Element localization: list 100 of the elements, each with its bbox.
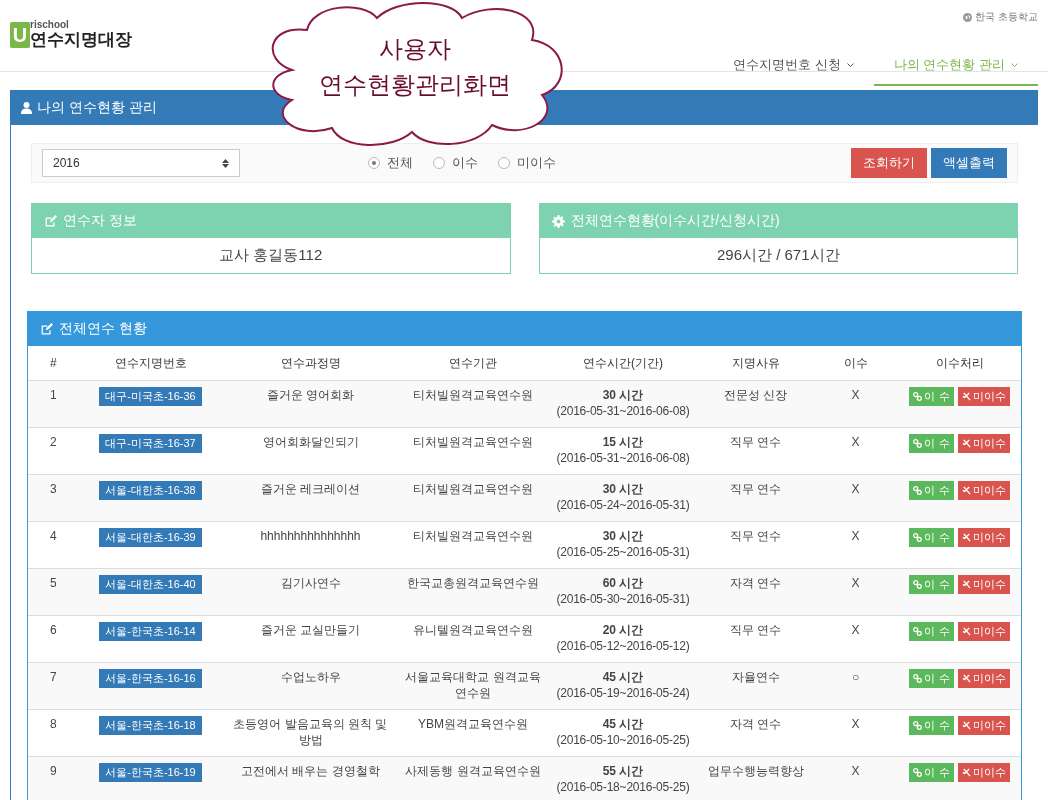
table-cell: 서울교육대학교 원격교육연수원	[398, 662, 548, 710]
table-cell: 4	[28, 521, 78, 569]
export-button[interactable]: 액셀출력	[931, 148, 1007, 178]
edit-icon	[44, 214, 57, 228]
school-link[interactable]: 한국 초등학교	[963, 10, 1038, 24]
incomplete-button[interactable]: 미이수	[957, 575, 1010, 594]
radio-dot[interactable]	[433, 157, 445, 169]
table-cell: 자율연수	[698, 662, 813, 710]
callout-text: 연수현황관리화면	[318, 70, 511, 100]
incomplete-button[interactable]: 미이수	[957, 669, 1010, 688]
code-label: 서울-대한초-16-40	[99, 575, 202, 594]
column-header: #	[28, 346, 78, 381]
hours-text: 60 시간	[601, 575, 645, 591]
cross-icon	[961, 580, 971, 589]
year-select[interactable]: 2016	[42, 149, 240, 177]
nav-tab[interactable]: 연수지명번호 신청	[713, 46, 874, 86]
hours-text: 45 시간	[601, 669, 645, 685]
cross-icon	[961, 439, 971, 448]
column-header: 이수	[813, 346, 898, 381]
table-cell: 직무 연수	[698, 521, 813, 569]
table-cell: 티처빌원격교육연수원	[398, 427, 548, 475]
table-cell: 자격 연수	[698, 568, 813, 616]
complete-button[interactable]: 이 수	[909, 669, 954, 688]
complete-button[interactable]: 이 수	[909, 481, 954, 500]
gear-icon	[551, 214, 565, 228]
cross-icon	[961, 486, 971, 495]
edit-icon	[40, 322, 53, 336]
table-cell: 한국교총원격교육연수원	[398, 568, 548, 616]
incomplete-button[interactable]: 미이수	[957, 434, 1010, 453]
filter-radio[interactable]: 이수	[433, 154, 478, 172]
table-cell: 2	[28, 427, 78, 475]
incomplete-button[interactable]: 미이수	[957, 622, 1010, 641]
logo-title: 연수지명대장	[30, 31, 132, 48]
period-text: (2016-05-31~2016-06-08)	[555, 450, 691, 466]
complete-button[interactable]: 이 수	[909, 622, 954, 641]
code-label: 서울-한국초-16-16	[99, 669, 202, 688]
card-value: 296시간 / 671시간	[715, 245, 841, 265]
table-cell: X	[813, 427, 898, 475]
table-cell: 김기사연수	[223, 568, 398, 616]
hours-text: 30 시간	[601, 528, 645, 544]
cross-icon	[961, 721, 971, 730]
table-cell: hhhhhhhhhhhhhhh	[223, 521, 398, 569]
table-cell: 수업노하우	[223, 662, 398, 710]
table-cell: 초등영어 발음교육의 원칙 및 방법	[223, 709, 398, 757]
period-text: (2016-05-19~2016-05-24)	[555, 685, 691, 701]
code-label: 서울-대한초-16-38	[99, 481, 202, 500]
link-icon	[913, 486, 923, 495]
logo-mark: U	[10, 22, 30, 48]
period-text: (2016-05-18~2016-05-25)	[555, 779, 691, 795]
table-cell: X	[813, 521, 898, 569]
complete-button[interactable]: 이 수	[909, 434, 954, 453]
filter-radio[interactable]: 전체	[368, 154, 413, 172]
chevron-icon	[846, 62, 854, 68]
table-cell: 전문성 신장	[698, 380, 813, 428]
search-button[interactable]: 조회하기	[851, 148, 927, 178]
column-header: 이수처리	[898, 346, 1021, 381]
table-cell: 8	[28, 709, 78, 757]
table-cell: 자격 연수	[698, 709, 813, 757]
table-title: 전체연수 현황	[59, 320, 147, 338]
column-header: 연수기관	[398, 346, 548, 381]
code-label: 서울-한국초-16-18	[99, 716, 202, 735]
complete-button[interactable]: 이 수	[909, 575, 954, 594]
link-icon	[913, 580, 923, 589]
incomplete-button[interactable]: 미이수	[957, 387, 1010, 406]
table-cell: 5	[28, 568, 78, 616]
table-cell: 7	[28, 662, 78, 710]
table-cell: X	[813, 615, 898, 663]
radio-dot[interactable]	[498, 157, 510, 169]
radio-dot[interactable]	[368, 157, 380, 169]
incomplete-button[interactable]: 미이수	[957, 763, 1010, 782]
hours-text: 30 시간	[601, 481, 645, 497]
table-cell: 9	[28, 756, 78, 800]
link-icon	[913, 533, 923, 542]
complete-button[interactable]: 이 수	[909, 528, 954, 547]
hours-text: 30 시간	[601, 387, 645, 403]
nav-tab[interactable]: 나의 연수현황 관리	[873, 46, 1038, 86]
cross-icon	[961, 627, 971, 636]
period-text: (2016-05-10~2016-05-25)	[555, 732, 691, 748]
filter-radio[interactable]: 미이수	[498, 154, 556, 172]
complete-button[interactable]: 이 수	[909, 387, 954, 406]
period-text: (2016-05-24~2016-05-31)	[555, 497, 691, 513]
sort-icon	[222, 158, 229, 168]
complete-button[interactable]: 이 수	[909, 763, 954, 782]
table-cell: 업무수행능력향상	[698, 756, 813, 800]
period-text: (2016-05-31~2016-06-08)	[555, 403, 691, 419]
incomplete-button[interactable]: 미이수	[957, 528, 1010, 547]
column-header: 연수과정명	[223, 346, 398, 381]
code-label: 대구-미국초-16-36	[99, 387, 202, 406]
table-cell: 사제동행 원격교육연수원	[398, 756, 548, 800]
incomplete-button[interactable]: 미이수	[957, 481, 1010, 500]
link-icon	[913, 768, 923, 777]
panel-title: 나의 연수현황 관리	[37, 98, 157, 117]
link-icon	[913, 439, 923, 448]
table-cell: 직무 연수	[698, 474, 813, 522]
hours-text: 20 시간	[601, 622, 645, 638]
complete-button[interactable]: 이 수	[909, 716, 954, 735]
table-cell: 3	[28, 474, 78, 522]
incomplete-button[interactable]: 미이수	[957, 716, 1010, 735]
table-cell: YBM원격교육연수원	[398, 709, 548, 757]
cross-icon	[961, 392, 971, 401]
